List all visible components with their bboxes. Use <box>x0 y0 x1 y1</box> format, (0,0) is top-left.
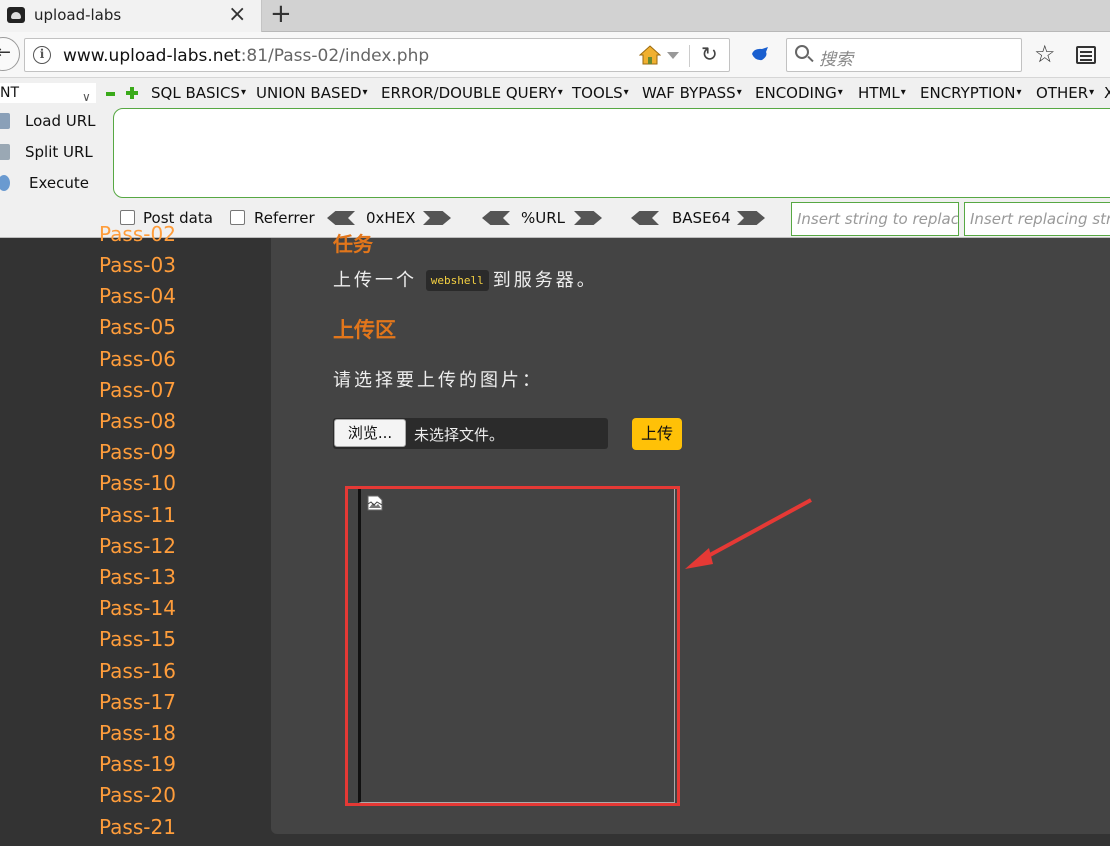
sidebar-item-pass-17[interactable]: Pass-17 <box>99 690 176 714</box>
sidebar-item-pass-12[interactable]: Pass-12 <box>99 534 176 558</box>
tab-title: upload-labs <box>34 6 122 24</box>
navigation-bar: ← i www.upload-labs.net:81/Pass-02/index… <box>0 32 1110 78</box>
sidebar-item-pass-13[interactable]: Pass-13 <box>99 565 176 589</box>
sidebar-item-pass-05[interactable]: Pass-05 <box>99 315 176 339</box>
menu-union-based[interactable]: UNION BASED <box>256 84 368 102</box>
menu-encoding[interactable]: ENCODING <box>755 84 843 102</box>
search-icon <box>795 45 809 59</box>
sidebar-item-pass-09[interactable]: Pass-09 <box>99 440 176 464</box>
sidebar-item-pass-07[interactable]: Pass-07 <box>99 378 176 402</box>
sidebar-item-pass-08[interactable]: Pass-08 <box>99 409 176 433</box>
sidebar-item-pass-14[interactable]: Pass-14 <box>99 596 176 620</box>
new-tab-icon[interactable]: + <box>270 0 292 28</box>
home-icon[interactable] <box>639 45 661 65</box>
tab-strip: upload-labs × + <box>0 0 1110 32</box>
broken-image-icon <box>367 495 383 511</box>
hex-encode-arrow-icon[interactable] <box>423 211 451 225</box>
browse-button[interactable]: 浏览... <box>334 419 406 447</box>
sidebar-item-pass-10[interactable]: Pass-10 <box>99 471 176 495</box>
bookmark-star-icon[interactable]: ☆ <box>1034 40 1056 68</box>
tab-upload-labs[interactable]: upload-labs × <box>0 0 262 32</box>
insert-replacing-input[interactable]: Insert replacing string <box>964 202 1110 236</box>
referrer-label: Referrer <box>254 209 315 227</box>
hex-label: 0xHEX <box>366 209 416 227</box>
base64-label: BASE64 <box>672 209 731 227</box>
sidebar-item-pass-21[interactable]: Pass-21 <box>99 815 176 839</box>
hackbar-select-value: NT <box>0 85 20 101</box>
content-panel: 任务 上传一个 webshell 到服务器。 上传区 请选择要上传的图片： 浏览.… <box>271 232 1110 834</box>
extension-icon[interactable] <box>750 46 770 62</box>
url-label: %URL <box>521 209 566 227</box>
upload-button[interactable]: 上传 <box>632 418 682 450</box>
menu-tools[interactable]: TOOLS <box>572 84 629 102</box>
split-url-button[interactable]: Split URL <box>0 139 108 167</box>
sidebar-item-pass-19[interactable]: Pass-19 <box>99 752 176 776</box>
url-separator <box>689 45 690 67</box>
sidebar-item-pass-02[interactable]: Pass-02 <box>99 222 176 246</box>
chevron-down-icon: ∨ <box>82 90 91 104</box>
load-url-icon <box>0 113 10 129</box>
hex-decode-arrow-icon[interactable] <box>327 211 355 225</box>
sidebar-item-pass-03[interactable]: Pass-03 <box>99 253 176 277</box>
task-code-chip: webshell <box>425 270 489 291</box>
sidebar-item-pass-20[interactable]: Pass-20 <box>99 783 176 807</box>
reload-icon[interactable]: ↻ <box>701 42 718 66</box>
hackbar-select[interactable]: NT ∨ <box>0 83 96 104</box>
plus-icon[interactable] <box>126 87 138 99</box>
task-heading: 任务 <box>333 232 373 256</box>
url-bar[interactable]: i www.upload-labs.net:81/Pass-02/index.p… <box>24 38 730 72</box>
sidebar-item-pass-18[interactable]: Pass-18 <box>99 721 176 745</box>
no-file-text: 未选择文件。 <box>414 426 505 444</box>
split-url-label: Split URL <box>25 143 93 161</box>
url-text[interactable]: www.upload-labs.net:81/Pass-02/index.php <box>63 46 429 66</box>
upload-heading: 上传区 <box>333 318 396 342</box>
execute-label: Execute <box>29 174 89 192</box>
referrer-checkbox[interactable] <box>230 210 245 225</box>
menu-more[interactable]: X <box>1104 84 1110 102</box>
url-host: www.upload-labs.net <box>63 46 241 66</box>
sidebar-item-pass-04[interactable]: Pass-04 <box>99 284 176 308</box>
site-info-icon[interactable]: i <box>33 46 51 64</box>
hackbar-toolbar: NT ∨ SQL BASICS UNION BASED ERROR/DOUBLE… <box>0 78 1110 238</box>
insert-string-input[interactable]: Insert string to replace <box>791 202 959 236</box>
red-arrow-icon <box>685 498 812 569</box>
base64-decode-arrow-icon[interactable] <box>631 211 659 225</box>
load-url-label: Load URL <box>25 112 96 130</box>
menu-sql-basics[interactable]: SQL BASICS <box>151 84 246 102</box>
execute-icon <box>0 175 10 191</box>
page-content: Pass-02 任务 上传一个 webshell 到服务器。 上传区 请选择要上传… <box>0 222 1110 846</box>
menu-error-double-query[interactable]: ERROR/DOUBLE QUERY <box>381 84 563 102</box>
url-encode-arrow-icon[interactable] <box>574 211 602 225</box>
search-placeholder: 搜索 <box>819 50 853 70</box>
execute-button[interactable]: Execute <box>0 170 108 198</box>
sidebar-item-pass-06[interactable]: Pass-06 <box>99 347 176 371</box>
url-path: :81/Pass-02/index.php <box>240 46 430 66</box>
sidebar-item-pass-16[interactable]: Pass-16 <box>99 659 176 683</box>
menu-waf-bypass[interactable]: WAF BYPASS <box>642 84 742 102</box>
select-prompt: 请选择要上传的图片： <box>333 370 543 391</box>
file-input[interactable]: 浏览... 未选择文件。 <box>333 418 608 449</box>
task-suffix: 到服务器。 <box>492 270 598 291</box>
minus-icon[interactable] <box>106 92 115 96</box>
uploaded-image-frame <box>358 489 675 803</box>
site-favicon-icon <box>7 7 25 23</box>
split-url-icon <box>0 144 10 160</box>
url-dropdown-icon[interactable] <box>667 52 679 59</box>
task-prefix: 上传一个 <box>333 270 417 291</box>
tab-close-icon[interactable]: × <box>228 2 246 28</box>
hackbar-url-textarea[interactable] <box>113 108 1110 198</box>
base64-encode-arrow-icon[interactable] <box>737 211 765 225</box>
menu-encryption[interactable]: ENCRYPTION <box>920 84 1022 102</box>
sidebar-item-pass-15[interactable]: Pass-15 <box>99 627 176 651</box>
menu-other[interactable]: OTHER <box>1036 84 1094 102</box>
back-button[interactable]: ← <box>0 37 20 71</box>
sidebar-item-pass-11[interactable]: Pass-11 <box>99 503 176 527</box>
highlight-box <box>345 486 680 806</box>
reader-view-icon[interactable] <box>1076 46 1096 64</box>
search-bar[interactable]: 搜索 <box>786 38 1022 72</box>
task-description: 上传一个 webshell 到服务器。 <box>333 266 598 292</box>
menu-html[interactable]: HTML <box>858 84 906 102</box>
url-decode-arrow-icon[interactable] <box>482 211 510 225</box>
load-url-button[interactable]: Load URL <box>0 108 108 136</box>
